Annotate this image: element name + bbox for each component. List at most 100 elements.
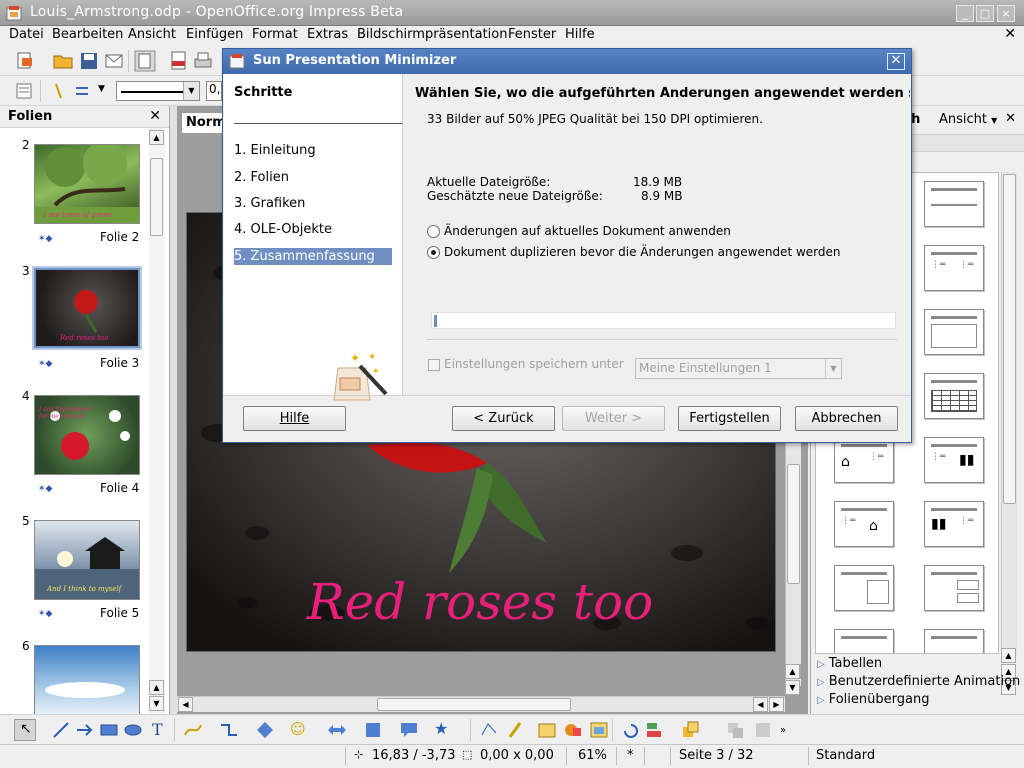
zoom-level[interactable]: 61%: [578, 748, 607, 763]
menu-hilfe[interactable]: Hilfe: [565, 27, 595, 42]
new-document-icon[interactable]: [14, 50, 36, 72]
save-icon[interactable]: [78, 50, 100, 72]
layout-partial[interactable]: [834, 629, 894, 653]
dialog-close-icon[interactable]: ✕: [887, 53, 905, 70]
edit-file-icon[interactable]: [134, 50, 156, 72]
arrow-tool-icon[interactable]: [74, 719, 96, 741]
next-button[interactable]: Weiter >: [562, 406, 665, 431]
scroll-left-icon[interactable]: ◀: [178, 697, 193, 712]
slide-thumbnail[interactable]: And I think to myself: [34, 520, 140, 600]
menu-extras[interactable]: Extras: [307, 27, 348, 42]
radio-apply-current[interactable]: [427, 225, 440, 238]
section-slide-transition[interactable]: ▷ Folienübergang: [817, 692, 929, 707]
fontwork-icon[interactable]: [536, 719, 558, 741]
ellipse-tool-icon[interactable]: [122, 719, 144, 741]
settings-name-combobox[interactable]: Meine Einstellungen 1 ▼: [635, 358, 842, 379]
insert-image-icon[interactable]: [588, 719, 610, 741]
task-pane-view-menu[interactable]: Ansicht ▼: [939, 112, 997, 127]
select-pointer-icon[interactable]: ↖: [14, 719, 36, 741]
align-icon[interactable]: [644, 719, 666, 741]
back-button[interactable]: < Zurück: [452, 406, 555, 431]
basic-shapes-icon[interactable]: [254, 719, 276, 741]
scroll-up-icon[interactable]: ▲: [149, 130, 164, 145]
pane-splitter[interactable]: [170, 106, 177, 714]
print-icon[interactable]: [192, 50, 214, 72]
arrange-icon[interactable]: [680, 719, 702, 741]
slide-thumbnail-selected[interactable]: Red roses too: [34, 268, 140, 348]
layout-title-table[interactable]: [924, 373, 984, 419]
curve-tool-icon[interactable]: [182, 719, 204, 741]
step-ole-objekte[interactable]: 4. OLE-Objekte: [234, 221, 332, 238]
menu-einfuegen[interactable]: Einfügen: [186, 27, 243, 42]
save-settings-checkbox[interactable]: [428, 359, 440, 371]
slide-thumbnail[interactable]: [34, 645, 140, 715]
scroll-up-icon[interactable]: ▲: [149, 680, 164, 695]
task-pane-scrollbar[interactable]: [1001, 172, 1017, 654]
text-tool-icon[interactable]: T: [152, 720, 163, 739]
layout-text-clipart[interactable]: ⋮═ ⌂: [834, 501, 894, 547]
slide-thumbnail[interactable]: I see trees of green: [34, 144, 140, 224]
gallery-icon[interactable]: [562, 719, 584, 741]
scroll-thumb[interactable]: [1003, 174, 1016, 504]
menu-bildschirmpraesentation[interactable]: Bildschirmpräsentation: [357, 27, 507, 42]
points-icon[interactable]: [478, 719, 500, 741]
menu-ansicht[interactable]: Ansicht: [128, 27, 176, 42]
block-arrows-icon[interactable]: [326, 719, 348, 741]
option-apply-current-label[interactable]: Änderungen auf aktuelles Dokument anwend…: [444, 224, 731, 238]
layout-title-only[interactable]: [924, 181, 984, 227]
option-duplicate-label[interactable]: Dokument duplizieren bevor die Änderunge…: [444, 245, 841, 259]
scroll-up-icon[interactable]: ▲: [1001, 648, 1016, 663]
minimize-button[interactable]: _: [956, 5, 974, 22]
layout-chart-text[interactable]: ▮▮ ⋮═: [924, 501, 984, 547]
menu-format[interactable]: Format: [252, 27, 298, 42]
layout-title-2col-text[interactable]: ⋮═ ⋮═: [924, 245, 984, 291]
arrow-style-icon[interactable]: [72, 80, 94, 102]
symbol-shapes-icon[interactable]: ☺: [290, 720, 306, 738]
menu-datei[interactable]: Datei: [9, 27, 44, 42]
cancel-button[interactable]: Abbrechen: [795, 406, 898, 431]
layout-clipart-text[interactable]: ⌂ ⋮═: [834, 437, 894, 483]
glue-points-icon[interactable]: [504, 719, 526, 741]
line-width-field[interactable]: 0,: [206, 81, 222, 101]
callouts-icon[interactable]: [398, 719, 420, 741]
rotate-icon[interactable]: [620, 719, 642, 741]
chevron-down-icon[interactable]: ▼: [825, 359, 841, 378]
chevron-down-icon[interactable]: ▼: [98, 84, 105, 94]
close-document-icon[interactable]: ✕: [1004, 26, 1016, 42]
scroll-down-icon[interactable]: ▼: [785, 680, 800, 695]
email-icon[interactable]: [104, 50, 126, 72]
connector-tool-icon[interactable]: [218, 719, 240, 741]
layout-text-chart[interactable]: ⋮═ ▮▮: [924, 437, 984, 483]
finish-button[interactable]: Fertigstellen: [678, 406, 781, 431]
step-grafiken[interactable]: 3. Grafiken: [234, 195, 305, 212]
scroll-thumb[interactable]: [150, 158, 163, 236]
maximize-button[interactable]: □: [976, 5, 994, 22]
section-custom-animation[interactable]: ▷ Benutzerdefinierte Animation: [817, 674, 1020, 689]
step-zusammenfassung[interactable]: 5. Zusammenfassung: [234, 248, 392, 265]
line-style-select[interactable]: ▼: [116, 81, 200, 101]
radio-duplicate-document[interactable]: [427, 246, 440, 259]
menu-fenster[interactable]: Fenster: [508, 27, 556, 42]
styles-icon[interactable]: [14, 80, 36, 102]
scroll-down-icon[interactable]: ▼: [149, 696, 164, 711]
close-pane-icon[interactable]: ✕: [1005, 111, 1016, 126]
layout-title-content[interactable]: [924, 309, 984, 355]
close-window-button[interactable]: ×: [997, 5, 1015, 22]
scroll-thumb[interactable]: [787, 464, 800, 584]
scroll-right-icon[interactable]: ▶: [769, 697, 784, 712]
slides-scrollbar[interactable]: ▲ ▲ ▼: [149, 128, 165, 714]
3d-effects-icon[interactable]: [752, 719, 774, 741]
rectangle-tool-icon[interactable]: [98, 719, 120, 741]
open-folder-icon[interactable]: [52, 50, 74, 72]
slide-title-text[interactable]: Red roses too: [307, 573, 653, 631]
line-icon[interactable]: [48, 80, 70, 102]
group-icon[interactable]: [724, 719, 746, 741]
section-tabellen[interactable]: ▷ Tabellen: [817, 656, 882, 671]
layout-text-object[interactable]: [834, 565, 894, 611]
layout-text-2obj[interactable]: [924, 565, 984, 611]
scroll-thumb[interactable]: [377, 698, 571, 711]
step-folien[interactable]: 2. Folien: [234, 169, 289, 186]
editor-horizontal-scrollbar[interactable]: ◀ ◀ ▶: [177, 696, 785, 712]
help-button[interactable]: Hilfe: [243, 406, 346, 431]
export-pdf-icon[interactable]: [168, 50, 190, 72]
